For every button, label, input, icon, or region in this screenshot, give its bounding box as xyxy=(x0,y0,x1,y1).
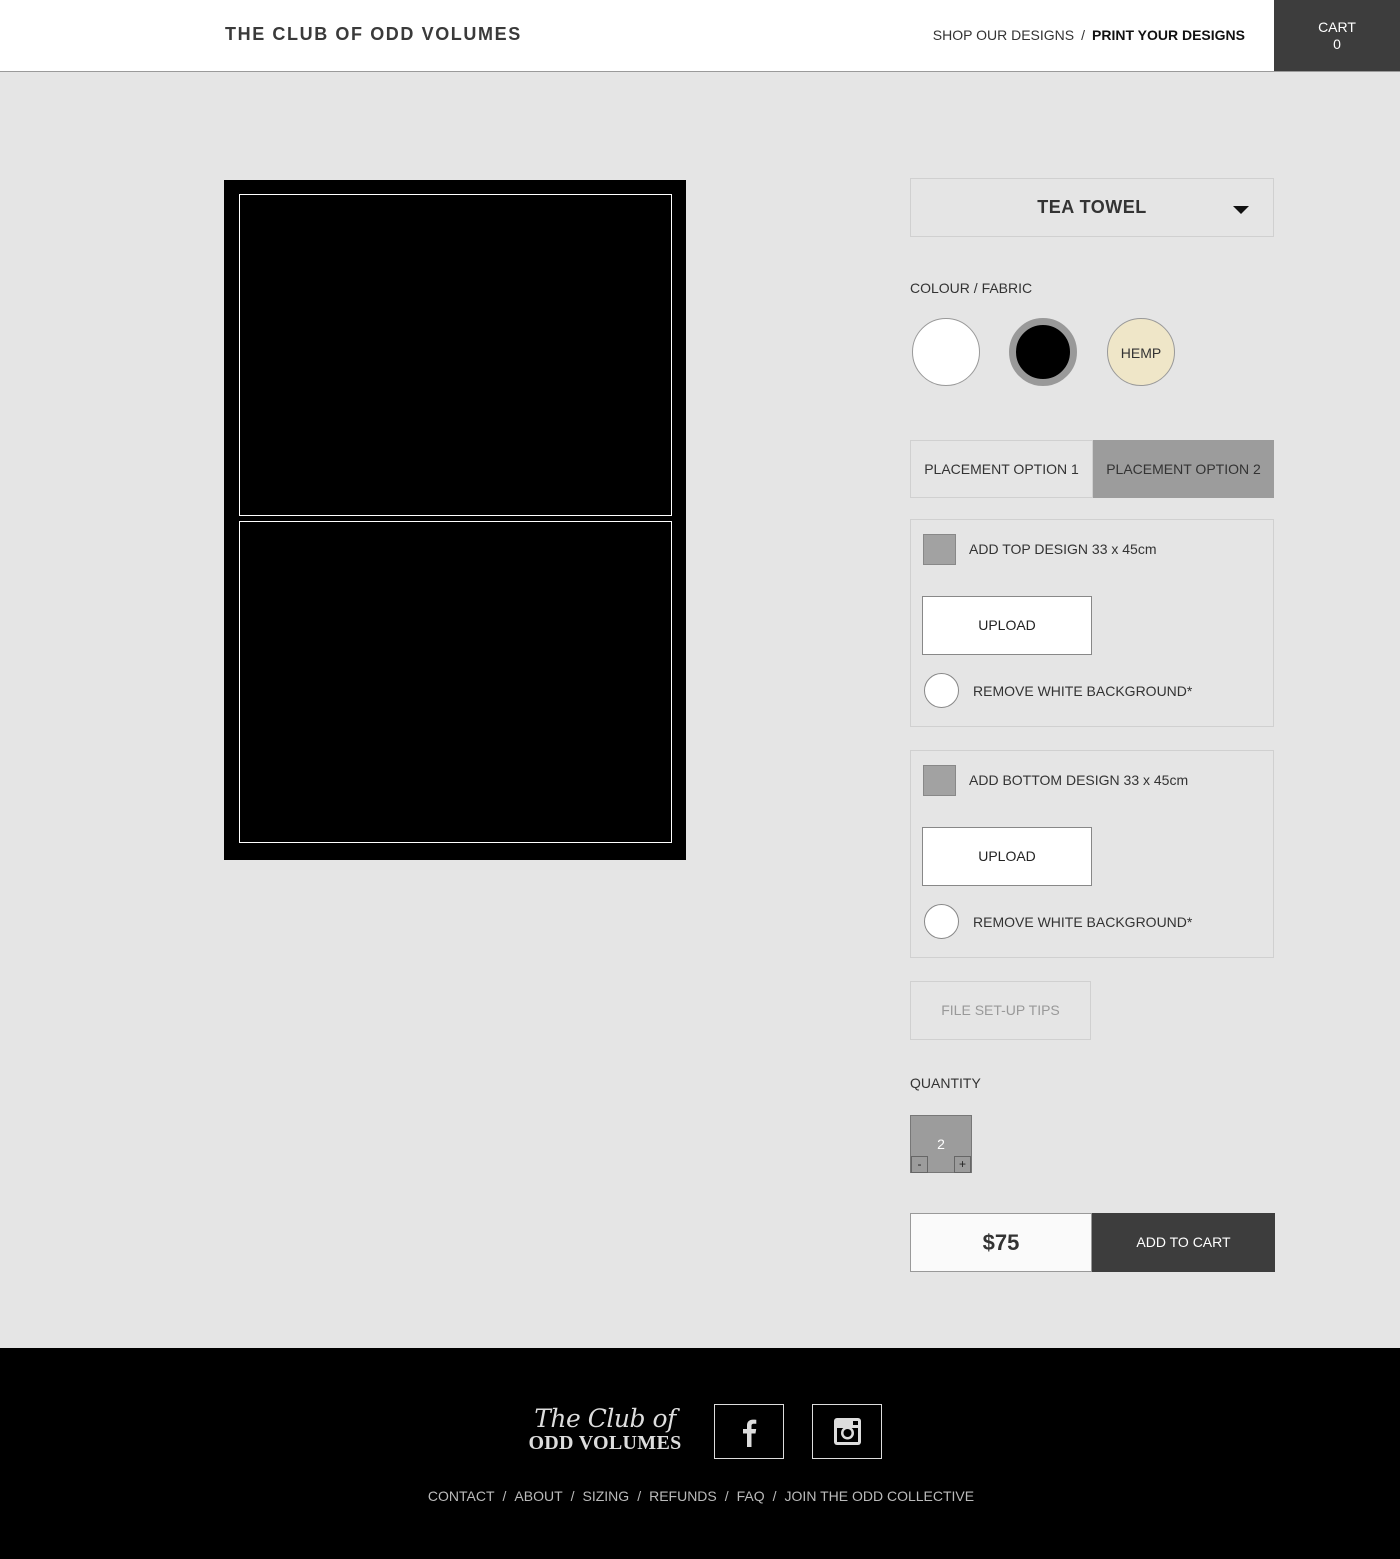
product-preview xyxy=(224,180,686,860)
quantity-value: 2 xyxy=(937,1136,945,1152)
top-remove-bg-radio[interactable] xyxy=(924,673,959,708)
quantity-stepper[interactable]: 2 - + xyxy=(910,1115,972,1173)
cart-label: CART xyxy=(1318,19,1356,35)
chevron-down-icon xyxy=(1233,206,1249,214)
bottom-design-section: ADD BOTTOM DESIGN 33 x 45cm UPLOAD REMOV… xyxy=(910,750,1274,958)
facebook-button[interactable] xyxy=(714,1404,784,1459)
top-design-section: ADD TOP DESIGN 33 x 45cm UPLOAD REMOVE W… xyxy=(910,519,1274,727)
add-top-design-checkbox[interactable] xyxy=(923,534,956,565)
bottom-upload-button[interactable]: UPLOAD xyxy=(922,827,1092,886)
add-bottom-design-label: ADD BOTTOM DESIGN 33 x 45cm xyxy=(969,772,1189,788)
nav-shop-our-designs[interactable]: SHOP OUR DESIGNS xyxy=(933,27,1074,43)
add-top-design-label: ADD TOP DESIGN 33 x 45cm xyxy=(969,541,1157,557)
footer-separator: / xyxy=(724,1488,729,1504)
footer-link-join-collective[interactable]: JOIN THE ODD COLLECTIVE xyxy=(785,1488,975,1504)
product-type-select[interactable]: TEA TOWEL xyxy=(910,178,1274,237)
placement-option-2-button[interactable]: PLACEMENT OPTION 2 xyxy=(1093,440,1274,498)
bottom-design-area xyxy=(239,521,672,843)
price-display: $75 xyxy=(910,1213,1092,1272)
main-nav: SHOP OUR DESIGNS / PRINT YOUR DESIGNS xyxy=(933,27,1245,43)
brand-logo-text[interactable]: THE CLUB OF ODD VOLUMES xyxy=(225,24,522,45)
file-setup-tips-button[interactable]: FILE SET-UP TIPS xyxy=(910,981,1091,1040)
footer-logo-caps: ODD VOLUMES xyxy=(528,1432,682,1454)
quantity-decrease-button[interactable]: - xyxy=(911,1156,928,1173)
footer-links: CONTACT / ABOUT / SIZING / REFUNDS / FAQ / JOIN TH… xyxy=(0,1488,1400,1504)
facebook-icon xyxy=(743,1419,757,1447)
swatch-hemp[interactable]: HEMP xyxy=(1107,318,1175,386)
footer-link-faq[interactable]: FAQ xyxy=(737,1488,765,1504)
footer-separator: / xyxy=(772,1488,777,1504)
top-upload-button[interactable]: UPLOAD xyxy=(922,596,1092,655)
footer-separator: / xyxy=(570,1488,575,1504)
footer-separator: / xyxy=(502,1488,507,1504)
nav-separator: / xyxy=(1081,27,1085,43)
bottom-remove-bg-radio[interactable] xyxy=(924,904,959,939)
cart-count: 0 xyxy=(1333,36,1341,52)
add-to-cart-button[interactable]: ADD TO CART xyxy=(1092,1213,1275,1272)
instagram-button[interactable] xyxy=(812,1404,882,1459)
add-bottom-design-checkbox[interactable] xyxy=(923,765,956,796)
nav-print-your-designs[interactable]: PRINT YOUR DESIGNS xyxy=(1092,27,1245,43)
footer-logo[interactable]: The Club of ODD VOLUMES xyxy=(520,1406,690,1462)
footer-link-refunds[interactable]: REFUNDS xyxy=(649,1488,717,1504)
product-type-value: TEA TOWEL xyxy=(1037,197,1147,217)
site-header: THE CLUB OF ODD VOLUMES SHOP OUR DESIGNS… xyxy=(0,0,1400,72)
cart-button[interactable]: CART 0 xyxy=(1274,0,1400,71)
quantity-label: QUANTITY xyxy=(910,1075,981,1091)
swatch-white[interactable] xyxy=(912,318,980,386)
bottom-remove-bg-label: REMOVE WHITE BACKGROUND* xyxy=(973,914,1193,930)
placement-option-1-button[interactable]: PLACEMENT OPTION 1 xyxy=(910,440,1093,498)
footer-link-sizing[interactable]: SIZING xyxy=(583,1488,630,1504)
footer-separator: / xyxy=(637,1488,642,1504)
footer-link-contact[interactable]: CONTACT xyxy=(428,1488,495,1504)
site-footer: The Club of ODD VOLUMES CONTACT / ABOUT / SI… xyxy=(0,1348,1400,1559)
top-design-area xyxy=(239,194,672,516)
quantity-increase-button[interactable]: + xyxy=(954,1156,971,1173)
footer-logo-script: The Club of xyxy=(534,1404,676,1433)
footer-link-about[interactable]: ABOUT xyxy=(514,1488,562,1504)
top-remove-bg-label: REMOVE WHITE BACKGROUND* xyxy=(973,683,1193,699)
instagram-icon xyxy=(834,1418,861,1445)
swatch-black[interactable] xyxy=(1009,318,1077,386)
colour-fabric-label: COLOUR / FABRIC xyxy=(910,280,1033,296)
